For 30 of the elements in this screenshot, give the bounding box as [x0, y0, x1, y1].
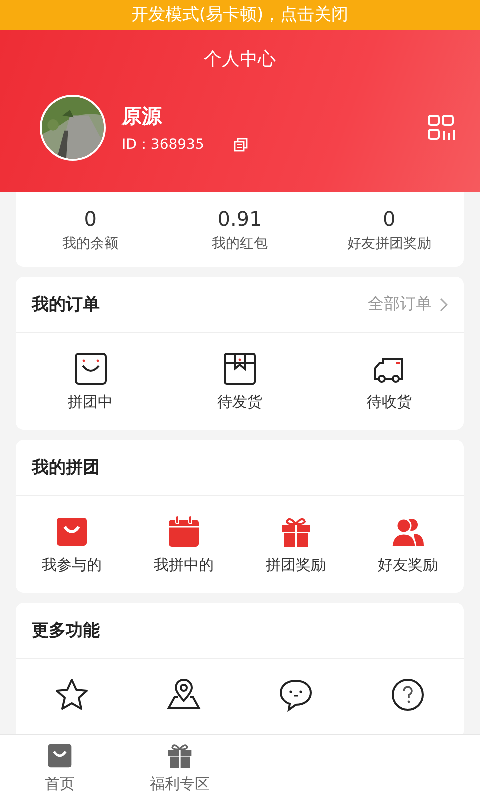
- menu-item[interactable]: 待收货: [314, 351, 464, 430]
- menu-item[interactable]: 我拼中的: [128, 514, 240, 593]
- menu-item[interactable]: 拼团奖励: [240, 514, 352, 593]
- tab-bar-item[interactable]: 福利专区: [120, 735, 240, 800]
- stat-label: 我的余额: [62, 234, 119, 252]
- page-title: 个人中心: [203, 48, 277, 72]
- stat-value: 0: [84, 206, 98, 230]
- menu-item[interactable]: 待发货: [165, 351, 315, 430]
- stat-value: 0: [382, 206, 396, 230]
- tab-bar-item[interactable]: 首页: [0, 735, 120, 800]
- stat-value: 0.91: [218, 206, 262, 230]
- calendar-icon: [166, 514, 202, 550]
- star-icon[interactable]: [54, 677, 90, 713]
- chevron-right-icon: [440, 298, 448, 312]
- user-id: ID：368935: [122, 136, 204, 154]
- chat-bubble-icon[interactable]: [278, 677, 314, 713]
- qr-code-icon[interactable]: [428, 115, 456, 141]
- section-title: 更多功能: [32, 620, 100, 642]
- section-title: 我的拼团: [32, 457, 100, 479]
- stat-label: 好友拼团奖励: [347, 234, 432, 252]
- stat-label: 我的红包: [212, 234, 268, 252]
- menu-item[interactable]: 我参与的: [16, 514, 128, 593]
- menu-item[interactable]: 好友奖励: [352, 514, 464, 593]
- copy-icon[interactable]: [234, 138, 248, 152]
- menu-item[interactable]: 拼团中: [16, 351, 166, 430]
- section-title: 我的订单: [32, 294, 100, 316]
- help-icon[interactable]: [390, 677, 426, 713]
- user-name: 原源: [122, 102, 164, 130]
- bag-icon: [72, 351, 109, 387]
- box-icon: [222, 351, 258, 387]
